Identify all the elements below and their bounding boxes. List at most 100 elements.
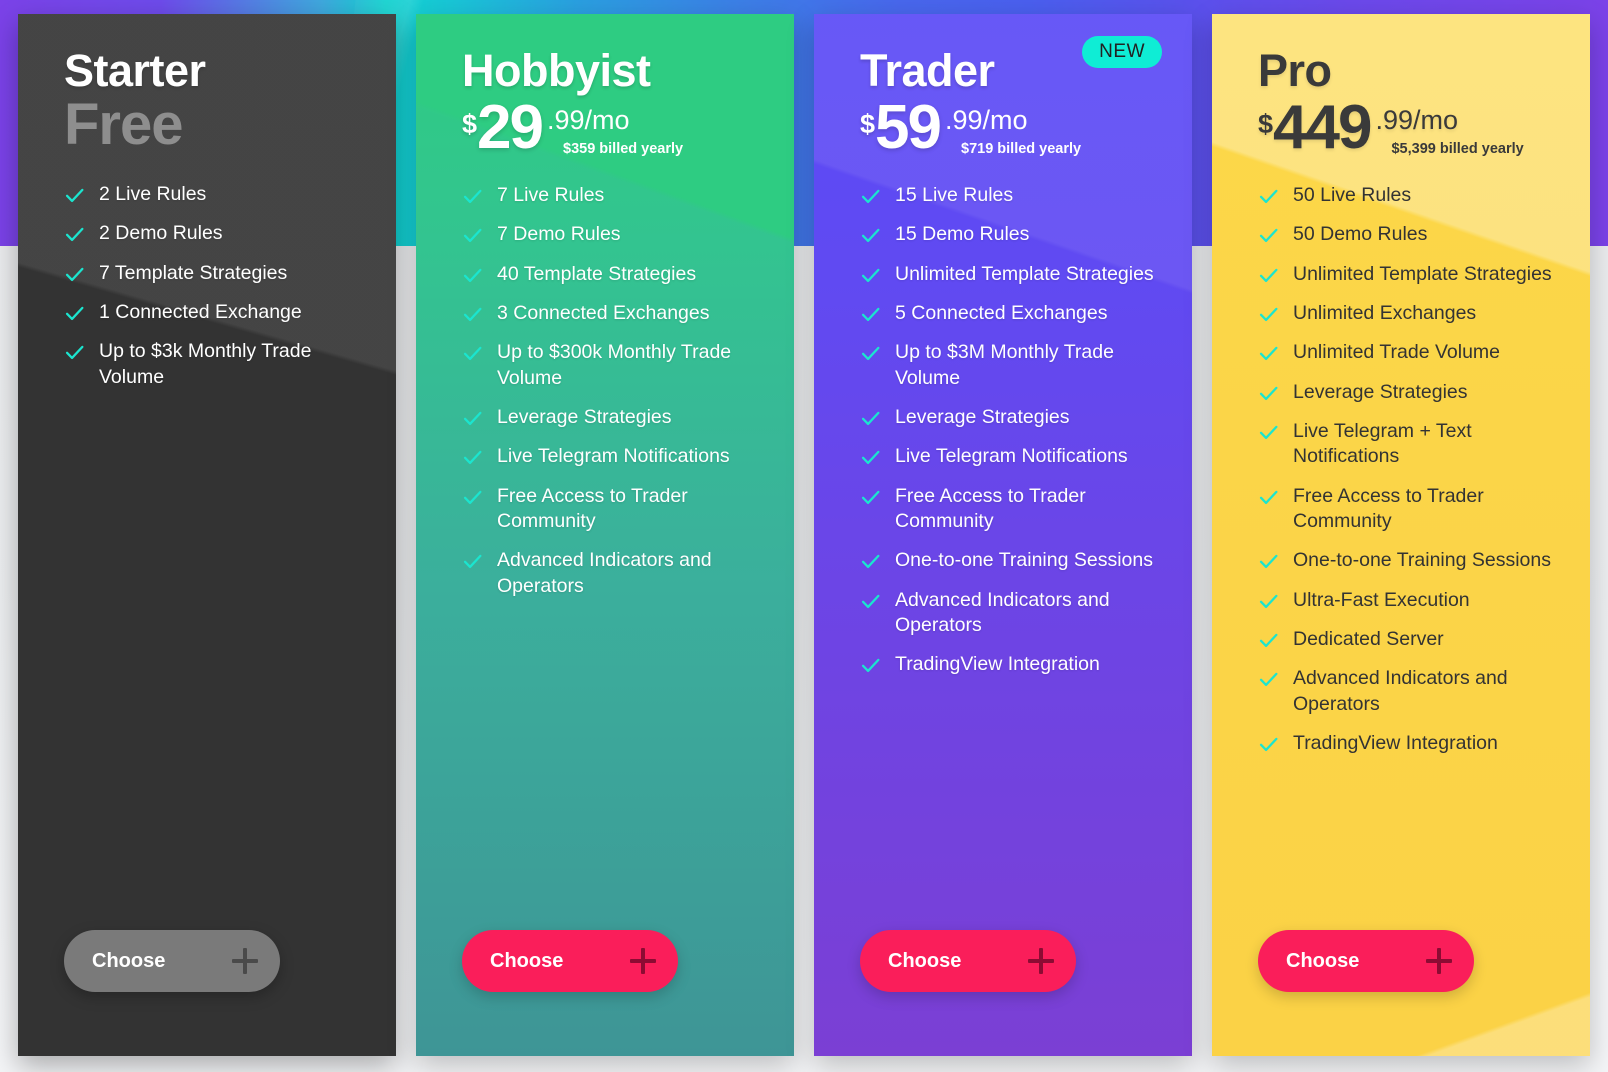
feature-list-item: 5 Connected Exchanges xyxy=(860,301,1164,326)
feature-list-item: 7 Demo Rules xyxy=(462,222,766,247)
price-cents-period: .99/mo xyxy=(945,105,1028,135)
feature-label: 1 Connected Exchange xyxy=(99,300,302,323)
feature-list-item: TradingView Integration xyxy=(1258,731,1562,756)
cta-area: Choose xyxy=(1212,930,1590,1056)
check-icon xyxy=(462,343,483,364)
check-icon xyxy=(860,655,881,676)
feature-label: Free Access to Trader Community xyxy=(497,484,688,533)
feature-label: Live Telegram + Text Notifications xyxy=(1293,420,1472,468)
check-icon xyxy=(1258,669,1279,690)
check-icon xyxy=(1258,225,1279,246)
feature-list-item: One-to-one Training Sessions xyxy=(860,548,1164,573)
feature-label: One-to-one Training Sessions xyxy=(1293,549,1551,572)
feature-label: Leverage Strategies xyxy=(895,406,1070,429)
check-icon xyxy=(860,551,881,572)
feature-list-item: One-to-one Training Sessions xyxy=(1258,548,1562,573)
check-icon xyxy=(462,265,483,286)
feature-list: 7 Live Rules 7 Demo Rules 40 Template Stra… xyxy=(416,183,794,930)
plan-price-word: Free xyxy=(64,92,184,157)
pricing-card-starter: Starter Free 2 Live Rules 2 Demo Rules 7 Tem… xyxy=(18,14,396,1056)
feature-label: 15 Live Rules xyxy=(895,184,1014,206)
check-icon xyxy=(1258,734,1279,755)
cta-area: Choose xyxy=(18,930,396,1056)
feature-label: Unlimited Trade Volume xyxy=(1293,341,1501,364)
feature-list-item: Unlimited Exchanges xyxy=(1258,301,1562,326)
feature-label: Ultra-Fast Execution xyxy=(1293,588,1470,611)
feature-list-item: Free Access to Trader Community xyxy=(860,484,1164,535)
check-icon xyxy=(462,304,483,325)
check-icon xyxy=(860,186,881,207)
check-icon xyxy=(64,185,85,206)
card-header: Trader NEW $59.99/mo $719 billed yearly xyxy=(814,14,1192,159)
check-icon xyxy=(1258,186,1279,207)
pricing-card-pro: Pro $449.99/mo $5,399 billed yearly 50 Live… xyxy=(1212,14,1590,1056)
feature-list-item: Dedicated Server xyxy=(1258,627,1562,652)
check-icon xyxy=(860,265,881,286)
feature-label: 2 Live Rules xyxy=(99,182,207,205)
feature-label: Dedicated Server xyxy=(1293,628,1444,651)
feature-list-item: 7 Live Rules xyxy=(462,183,766,208)
currency-symbol: $ xyxy=(1258,109,1274,139)
check-icon xyxy=(1258,591,1279,612)
feature-list-item: Up to $300k Monthly Trade Volume xyxy=(462,340,766,391)
check-icon xyxy=(64,224,85,245)
feature-label: Live Telegram Notifications xyxy=(497,445,730,468)
feature-list-item: Up to $3k Monthly Trade Volume xyxy=(64,339,368,390)
feature-label: Up to $3k Monthly Trade Volume xyxy=(99,340,312,388)
feature-label: 3 Connected Exchanges xyxy=(497,302,710,325)
cta-area: Choose xyxy=(814,930,1192,1056)
check-icon xyxy=(462,487,483,508)
check-icon xyxy=(462,551,483,572)
feature-list: 2 Live Rules 2 Demo Rules 7 Template Strat… xyxy=(18,182,396,930)
check-icon xyxy=(1258,304,1279,325)
feature-list-item: Free Access to Trader Community xyxy=(462,484,766,535)
plus-icon xyxy=(630,948,656,974)
feature-list-item: 15 Live Rules xyxy=(860,183,1164,208)
price-cents-period: .99/mo xyxy=(547,105,630,135)
billed-yearly-note: $5,399 billed yearly xyxy=(1391,141,1524,157)
choose-button-starter[interactable]: Choose xyxy=(64,930,280,992)
feature-label: 2 Demo Rules xyxy=(99,222,223,245)
feature-list-item: Leverage Strategies xyxy=(1258,380,1562,405)
check-icon xyxy=(1258,383,1279,404)
feature-label: Leverage Strategies xyxy=(497,406,672,429)
price-cents-period: .99/mo xyxy=(1375,105,1459,135)
plan-price: $59.99/mo $719 billed yearly xyxy=(860,96,1192,158)
feature-label: 15 Demo Rules xyxy=(895,223,1030,246)
feature-list-item: Leverage Strategies xyxy=(860,405,1164,430)
feature-label: Free Access to Trader Community xyxy=(895,484,1086,533)
feature-label: TradingView Integration xyxy=(1293,732,1498,755)
feature-label: Unlimited Template Strategies xyxy=(1293,262,1552,285)
billed-yearly-note: $719 billed yearly xyxy=(961,141,1082,157)
feature-label: Advanced Indicators and Operators xyxy=(1293,667,1508,715)
choose-button-label: Choose xyxy=(1286,949,1360,972)
check-icon xyxy=(860,591,881,612)
check-icon xyxy=(1258,422,1279,443)
pricing-card-hobbyist: Hobbyist $29.99/mo $359 billed yearly 7 Liv… xyxy=(416,14,794,1056)
price-suffix-group: .99/mo $359 billed yearly xyxy=(547,105,683,158)
choose-button-hobbyist[interactable]: Choose xyxy=(462,930,678,992)
feature-list-item: 3 Connected Exchanges xyxy=(462,301,766,326)
feature-list-item: Unlimited Template Strategies xyxy=(1258,262,1562,287)
cta-area: Choose xyxy=(416,930,794,1056)
price-suffix-group: .99/mo $719 billed yearly xyxy=(945,105,1082,158)
card-content: Trader NEW $59.99/mo $719 billed yearly 15 L… xyxy=(814,14,1192,1056)
feature-list-item: Live Telegram Notifications xyxy=(462,444,766,469)
feature-label: 7 Demo Rules xyxy=(497,223,621,246)
check-icon xyxy=(860,487,881,508)
check-icon xyxy=(462,186,483,207)
price-suffix-group: .99/mo $5,399 billed yearly xyxy=(1375,105,1524,158)
choose-button-pro[interactable]: Choose xyxy=(1258,930,1474,992)
choose-button-trader[interactable]: Choose xyxy=(860,930,1076,992)
feature-list-item: TradingView Integration xyxy=(860,652,1164,677)
check-icon xyxy=(1258,551,1279,572)
check-icon xyxy=(462,225,483,246)
check-icon xyxy=(462,408,483,429)
feature-label: Up to $3M Monthly Trade Volume xyxy=(895,341,1114,389)
check-icon xyxy=(1258,487,1279,508)
pricing-plan-grid: Starter Free 2 Live Rules 2 Demo Rules 7 Tem… xyxy=(0,0,1608,1072)
feature-list-item: 50 Live Rules xyxy=(1258,183,1562,208)
currency-symbol: $ xyxy=(860,109,876,139)
card-header: Hobbyist $29.99/mo $359 billed yearly xyxy=(416,14,794,159)
price-amount: 449 xyxy=(1273,93,1372,162)
